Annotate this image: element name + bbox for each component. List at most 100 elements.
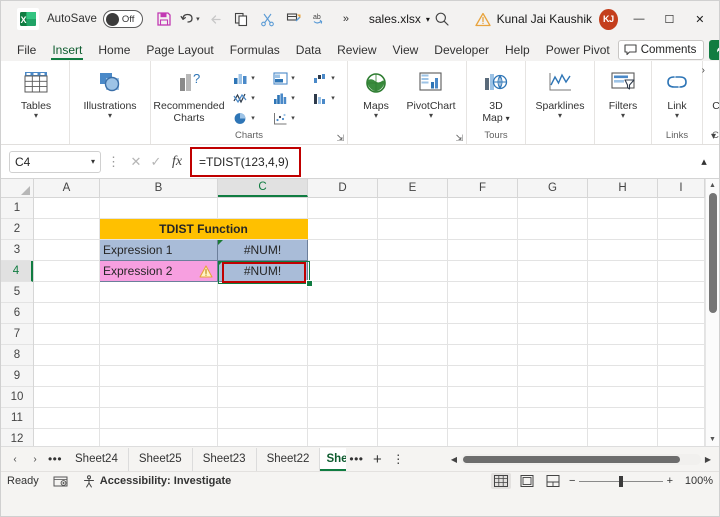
vertical-scrollbar[interactable]: ▲ ▼: [705, 179, 719, 446]
cell-a11[interactable]: [34, 408, 100, 429]
cell-g7[interactable]: [518, 324, 588, 345]
sheet-tab-sheet23[interactable]: Sheet23: [193, 447, 257, 471]
normal-view-button[interactable]: [491, 473, 511, 489]
zoom-slider[interactable]: − +: [569, 475, 673, 487]
sheet-tab-sheet24[interactable]: Sheet24: [65, 447, 129, 471]
cell-a2[interactable]: [34, 219, 100, 240]
horizontal-scrollbar[interactable]: ◀ ▶: [447, 453, 719, 465]
cell-b1[interactable]: [100, 198, 218, 219]
pivotchart-button[interactable]: PivotChart ▾: [400, 64, 462, 120]
sparklines-chevron-down-icon[interactable]: ▾: [558, 112, 562, 120]
tab-review[interactable]: Review: [329, 41, 384, 61]
page-layout-view-button[interactable]: [517, 473, 537, 489]
cell-h7[interactable]: [588, 324, 658, 345]
qat-more-icon[interactable]: »: [333, 6, 359, 32]
illustrations-button[interactable]: Illustrations ▾: [74, 64, 146, 120]
add-sheet-button[interactable]: +: [366, 451, 388, 468]
row-header-4[interactable]: 4: [1, 261, 33, 282]
ribbon-collapse-button[interactable]: ▾: [711, 131, 716, 142]
cell-c1[interactable]: [218, 198, 308, 219]
horizontal-scroll-thumb[interactable]: [463, 455, 681, 463]
cell-c9[interactable]: [218, 366, 308, 387]
3d-map-button[interactable]: 3D Map ▾: [471, 64, 521, 125]
cell-g9[interactable]: [518, 366, 588, 387]
line-chart-button[interactable]: ▾: [223, 88, 263, 108]
hscroll-track[interactable]: [461, 453, 701, 465]
histogram-chart-button[interactable]: ▾: [263, 88, 303, 108]
cell-f12[interactable]: [448, 429, 518, 446]
name-box[interactable]: C4 ▾: [9, 150, 101, 173]
cell-d8[interactable]: [308, 345, 378, 366]
copy-icon[interactable]: [229, 6, 255, 32]
cell-e10[interactable]: [378, 387, 448, 408]
column-header-d[interactable]: D: [308, 179, 378, 197]
column-header-g[interactable]: G: [518, 179, 588, 197]
cell-c4[interactable]: #NUM!: [218, 261, 308, 282]
pivotchart-chevron-down-icon[interactable]: ▾: [429, 112, 433, 120]
cell-a9[interactable]: [34, 366, 100, 387]
cell-i5[interactable]: [658, 282, 705, 303]
zoom-out-button[interactable]: −: [569, 475, 575, 487]
cell-i3[interactable]: [658, 240, 705, 261]
cell-h1[interactable]: [588, 198, 658, 219]
sheet-tab-active[interactable]: She: [320, 447, 347, 471]
search-icon[interactable]: [430, 5, 455, 33]
scatter-chart-button[interactable]: ▾: [263, 108, 303, 128]
cell-g6[interactable]: [518, 303, 588, 324]
cell-i1[interactable]: [658, 198, 705, 219]
document-name[interactable]: sales.xlsx ▾: [369, 12, 430, 26]
tab-view[interactable]: View: [385, 41, 427, 61]
maximize-button[interactable]: ☐: [654, 4, 684, 34]
record-macro-button[interactable]: [53, 475, 68, 488]
column-header-a[interactable]: A: [34, 179, 100, 197]
cell-i10[interactable]: [658, 387, 705, 408]
enter-formula-icon[interactable]: ✓: [146, 154, 166, 170]
recommended-charts-button[interactable]: ? Recommended Charts: [153, 64, 224, 124]
cell-i9[interactable]: [658, 366, 705, 387]
cell-b10[interactable]: [100, 387, 218, 408]
cell-e8[interactable]: [378, 345, 448, 366]
page-break-view-button[interactable]: [543, 473, 563, 489]
cell-a3[interactable]: [34, 240, 100, 261]
cell-f4[interactable]: [448, 261, 518, 282]
tab-formulas[interactable]: Formulas: [222, 41, 288, 61]
cancel-formula-icon[interactable]: ✕: [126, 154, 146, 170]
cell-e2[interactable]: [378, 219, 448, 240]
cell-e11[interactable]: [378, 408, 448, 429]
cell-d11[interactable]: [308, 408, 378, 429]
autosave-toggle[interactable]: Off: [102, 10, 143, 28]
cell-h5[interactable]: [588, 282, 658, 303]
tab-developer[interactable]: Developer: [426, 41, 497, 61]
cell-f9[interactable]: [448, 366, 518, 387]
save-icon[interactable]: [151, 6, 177, 32]
cell-f3[interactable]: [448, 240, 518, 261]
cell-a5[interactable]: [34, 282, 100, 303]
cell-d6[interactable]: [308, 303, 378, 324]
cell-f11[interactable]: [448, 408, 518, 429]
cell-d5[interactable]: [308, 282, 378, 303]
pie-chart-button[interactable]: ▾: [223, 108, 263, 128]
cell-g1[interactable]: [518, 198, 588, 219]
sheet-overflow-right-icon[interactable]: •••: [346, 452, 366, 466]
zoom-track[interactable]: [579, 475, 663, 487]
cell-b3[interactable]: Expression 1: [100, 240, 218, 261]
cell-g12[interactable]: [518, 429, 588, 446]
tab-file[interactable]: File: [9, 41, 44, 61]
cut-icon[interactable]: [255, 6, 281, 32]
row-header-10[interactable]: 10: [1, 387, 33, 408]
select-all-corner[interactable]: [1, 179, 34, 197]
cell-c11[interactable]: [218, 408, 308, 429]
share-button[interactable]: ▾: [709, 40, 719, 60]
illustrations-chevron-down-icon[interactable]: ▾: [108, 112, 112, 120]
cell-i8[interactable]: [658, 345, 705, 366]
scroll-down-arrow[interactable]: ▼: [709, 433, 716, 446]
cell-h12[interactable]: [588, 429, 658, 446]
cell-h8[interactable]: [588, 345, 658, 366]
redo-icon[interactable]: [203, 6, 229, 32]
cell-i6[interactable]: [658, 303, 705, 324]
cell-d4[interactable]: [308, 261, 378, 282]
cell-e6[interactable]: [378, 303, 448, 324]
cell-c12[interactable]: [218, 429, 308, 446]
cell-b8[interactable]: [100, 345, 218, 366]
cell-e7[interactable]: [378, 324, 448, 345]
